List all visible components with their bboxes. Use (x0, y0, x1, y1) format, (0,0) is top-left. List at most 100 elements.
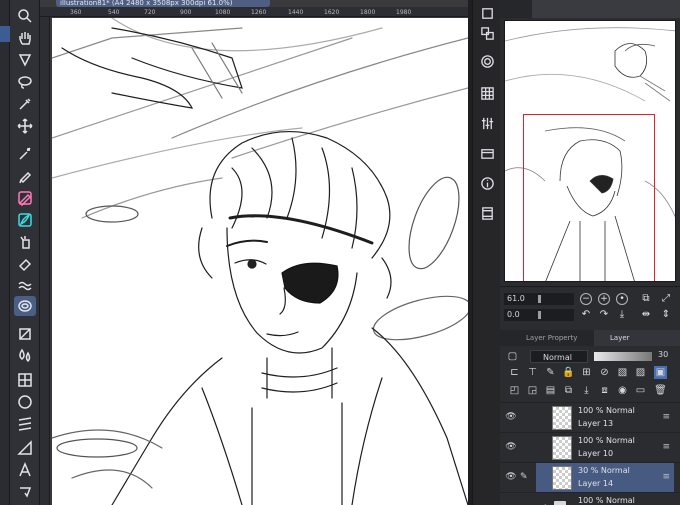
ruler-tick: 1980 (396, 9, 412, 16)
angle-field[interactable]: 0.0 (504, 309, 534, 321)
mask-icon[interactable]: ⊘ (598, 366, 611, 379)
ellipse-icon[interactable] (14, 392, 36, 412)
layer-row[interactable]: 👁 100 % Normal Layer 10 ≡ (500, 432, 680, 462)
navigator-view-frame[interactable] (523, 114, 655, 281)
layer-name: Layer 14 (578, 479, 614, 488)
app-window: illustration81* (A4 2480 x 3508px 300dpi… (0, 0, 680, 505)
layer-row[interactable]: 👁 100 % Normal Layer 13 ≡ (500, 402, 680, 432)
layer-thumbnail (552, 466, 572, 490)
layer-row-selected[interactable]: 👁 ✎ 30 % Normal Layer 14 ≡ (500, 462, 680, 493)
drawing-canvas[interactable] (52, 18, 468, 505)
ruler-layer-icon[interactable]: ▨ (634, 366, 647, 379)
rotate-right-icon[interactable]: ↷ (598, 309, 610, 321)
ruler-tick: 1080 (215, 9, 231, 16)
balloon-icon[interactable] (14, 482, 36, 502)
frame-icon[interactable] (14, 370, 36, 390)
material-icon[interactable] (478, 84, 496, 102)
flip-vertical-icon[interactable]: ⇕ (660, 309, 672, 321)
airbrush-icon[interactable] (14, 232, 36, 252)
layer-body[interactable]: 100 % Normal Layer 10 ≡ (536, 433, 674, 463)
sub-tool-icon[interactable] (478, 52, 496, 70)
zoom-slider[interactable] (534, 293, 574, 305)
eyedropper-icon[interactable] (14, 94, 36, 114)
animation-icon[interactable] (478, 204, 496, 222)
fit-icon[interactable]: • (616, 293, 628, 305)
brush-icon[interactable] (14, 210, 36, 230)
lock-icon[interactable]: 🔒 (562, 366, 575, 379)
line-icon[interactable] (14, 414, 36, 434)
layer-menu-icon[interactable]: ≡ (662, 442, 670, 452)
layer-menu-icon[interactable]: ≡ (662, 412, 670, 422)
info-icon[interactable] (478, 174, 496, 192)
new-folder-icon[interactable]: ▤ (544, 384, 557, 397)
opacity-slider[interactable] (594, 352, 652, 361)
layer-mask-icon[interactable]: ▧ (616, 366, 629, 379)
merge-icon[interactable]: ⤓ (580, 384, 593, 397)
pencil-icon[interactable] (14, 188, 36, 208)
zoom-field[interactable]: 61.0 (504, 293, 534, 305)
canvas-tab[interactable]: illustration81* (A4 2480 x 3508px 300dpi… (56, 0, 270, 7)
reset-rotation-icon[interactable]: ⤓ (616, 309, 628, 321)
layer-menu-icon[interactable]: ≡ (662, 472, 670, 482)
layer-body[interactable]: 30 % Normal Layer 14 ≡ (536, 463, 674, 493)
navigator-tab[interactable] (532, 0, 680, 18)
new-vector-icon[interactable]: ◲ (526, 384, 539, 397)
move-icon[interactable] (14, 116, 36, 136)
sketch-artwork (52, 18, 468, 505)
rotate-left-icon[interactable]: ↶ (580, 309, 592, 321)
fill-icon[interactable] (14, 346, 36, 366)
expand-caret-icon[interactable]: › (544, 501, 547, 505)
layer-color-icon[interactable]: ▢ (506, 350, 519, 363)
mask-add-icon[interactable]: ▭ (634, 384, 647, 397)
zoom-icon[interactable] (14, 6, 36, 26)
opacity-value[interactable]: 30 (658, 350, 668, 359)
eraser-icon[interactable] (14, 254, 36, 274)
delete-layer-icon[interactable]: 🗑 (654, 384, 667, 397)
color-set-icon[interactable] (478, 24, 496, 42)
tab-layer[interactable]: Layer (594, 330, 680, 346)
lock-transparency-icon[interactable]: ⊞ (580, 366, 593, 379)
blend-mode-select[interactable]: Normal (530, 350, 588, 363)
fill-layer-icon[interactable]: ◉ (616, 384, 629, 397)
lasso-icon[interactable] (14, 72, 36, 92)
layer-toolbar-2: ◰ ◲ ▤ ⧉ ⤓ ⧈ ◉ ▭ 🗑 (500, 382, 680, 400)
flip-horizontal-icon[interactable]: ⇹ (640, 309, 652, 321)
zoom-in-icon[interactable]: + (598, 293, 610, 305)
hand-icon[interactable] (14, 28, 36, 48)
layer-body[interactable]: 100 % Normal Layer 13 ≡ (536, 403, 674, 433)
layer-thumbnail (552, 436, 572, 460)
color-wheel-icon[interactable] (478, 4, 496, 22)
color-layer-icon[interactable]: ▣ (654, 366, 667, 379)
combine-icon[interactable]: ⧈ (598, 384, 611, 397)
tool-property-icon[interactable] (478, 114, 496, 132)
visibility-eye-icon[interactable]: 👁 (504, 412, 518, 424)
layer-folder-row[interactable]: › 100 % Normal 2 (500, 492, 680, 505)
magic-wand-icon[interactable] (14, 144, 36, 164)
pen-icon[interactable] (14, 166, 36, 186)
tab-layer-property[interactable]: Layer Property (520, 330, 592, 346)
fit-screen-icon[interactable]: ⧉ (640, 293, 652, 305)
reference-icon[interactable]: ⊤ (526, 366, 539, 379)
draft-icon[interactable]: ✎ (544, 366, 557, 379)
copy-layer-icon[interactable]: ⧉ (562, 384, 575, 397)
text-icon[interactable] (14, 460, 36, 480)
ruler-icon[interactable] (14, 438, 36, 458)
lasso-fill-icon[interactable] (14, 296, 36, 316)
canvas-area[interactable]: illustration81* (A4 2480 x 3508px 300dpi… (40, 0, 468, 505)
ruler-tick: 360 (70, 9, 82, 16)
timeline-icon[interactable] (478, 144, 496, 162)
zoom-out-icon[interactable]: − (580, 293, 592, 305)
clip-icon[interactable]: ⊏ (508, 366, 521, 379)
ruler-tick: 1800 (360, 9, 376, 16)
blend-icon[interactable] (14, 276, 36, 296)
actual-size-icon[interactable]: ⤢ (660, 293, 672, 305)
ruler-tick: 900 (180, 9, 192, 16)
visibility-eye-icon[interactable]: 👁 (504, 442, 518, 454)
navigator-preview[interactable] (504, 20, 676, 282)
visibility-eye-icon[interactable]: 👁 (504, 472, 518, 484)
angle-slider[interactable] (534, 309, 574, 321)
layer-body[interactable]: › 100 % Normal 2 (536, 493, 674, 505)
rotate-icon[interactable] (14, 50, 36, 70)
new-raster-icon[interactable]: ◰ (508, 384, 521, 397)
gradient-icon[interactable] (14, 324, 36, 344)
